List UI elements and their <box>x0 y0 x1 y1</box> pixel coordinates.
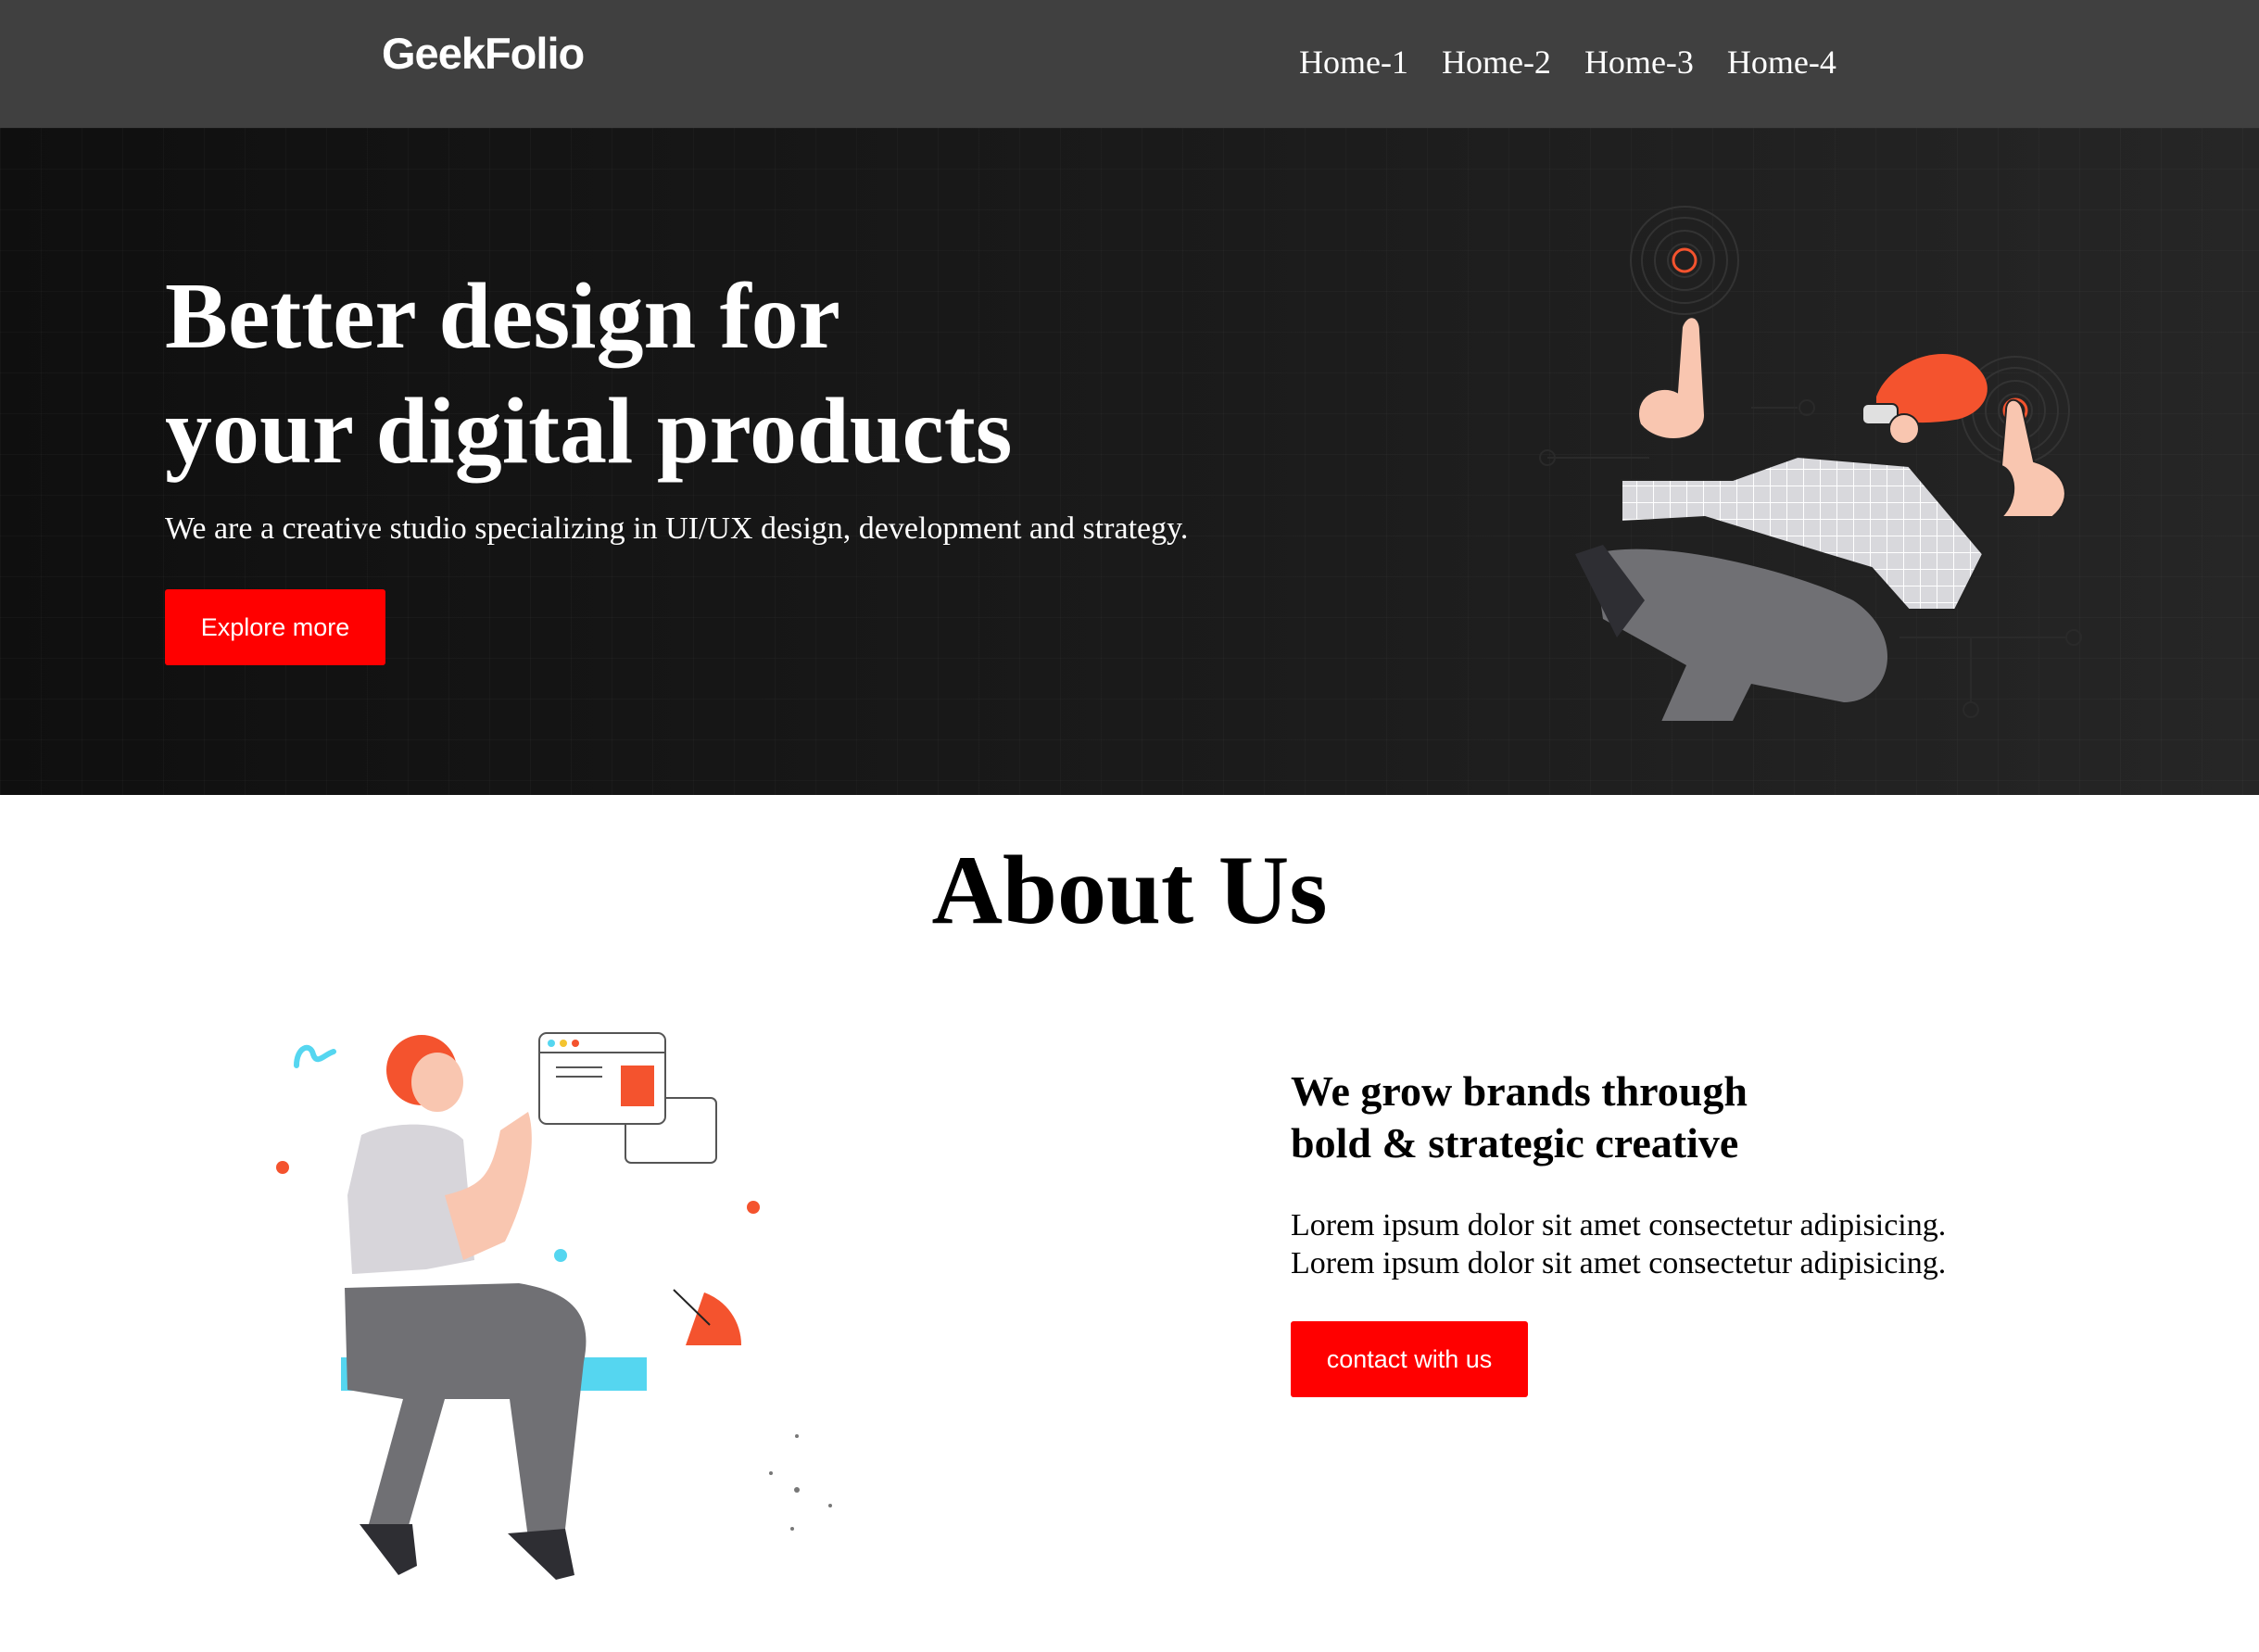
about-heading: We grow brands through bold & strategic … <box>1291 1066 1748 1169</box>
hero-title: Better design for your digital products <box>165 259 1184 489</box>
nav-link-home-4[interactable]: Home-4 <box>1727 43 1836 82</box>
hero-title-line-2: your digital products <box>165 379 1013 484</box>
hero-section: Better design for your digital products … <box>0 128 2259 795</box>
about-heading-line-2: bold & strategic creative <box>1291 1119 1739 1166</box>
about-title: About Us <box>931 836 1328 944</box>
nav-links: Home-1 Home-2 Home-3 Home-4 <box>1299 43 1836 82</box>
about-body: Lorem ipsum dolor sit amet consectetur a… <box>1291 1206 1946 1282</box>
contact-button[interactable]: contact with us <box>1291 1321 1528 1397</box>
brand-logo[interactable]: GeekFolio <box>382 28 585 79</box>
nav-link-home-1[interactable]: Home-1 <box>1299 43 1408 82</box>
hero-illustration <box>1539 206 2082 721</box>
target-rings-left <box>1630 206 1739 315</box>
nav-link-home-3[interactable]: Home-3 <box>1584 43 1694 82</box>
hero-subtitle: We are a creative studio specializing in… <box>165 511 1189 546</box>
about-body-line-2: Lorem ipsum dolor sit amet consectetur a… <box>1291 1246 1947 1280</box>
navbar: GeekFolio Home-1 Home-2 Home-3 Home-4 <box>0 0 2259 128</box>
about-heading-line-1: We grow brands through <box>1291 1067 1748 1115</box>
nav-link-home-2[interactable]: Home-2 <box>1442 43 1551 82</box>
explore-more-button[interactable]: Explore more <box>165 589 385 665</box>
hero-title-line-1: Better design for <box>165 264 840 369</box>
about-illustration <box>276 1032 832 1580</box>
about-body-line-1: Lorem ipsum dolor sit amet consectetur a… <box>1291 1208 1947 1242</box>
